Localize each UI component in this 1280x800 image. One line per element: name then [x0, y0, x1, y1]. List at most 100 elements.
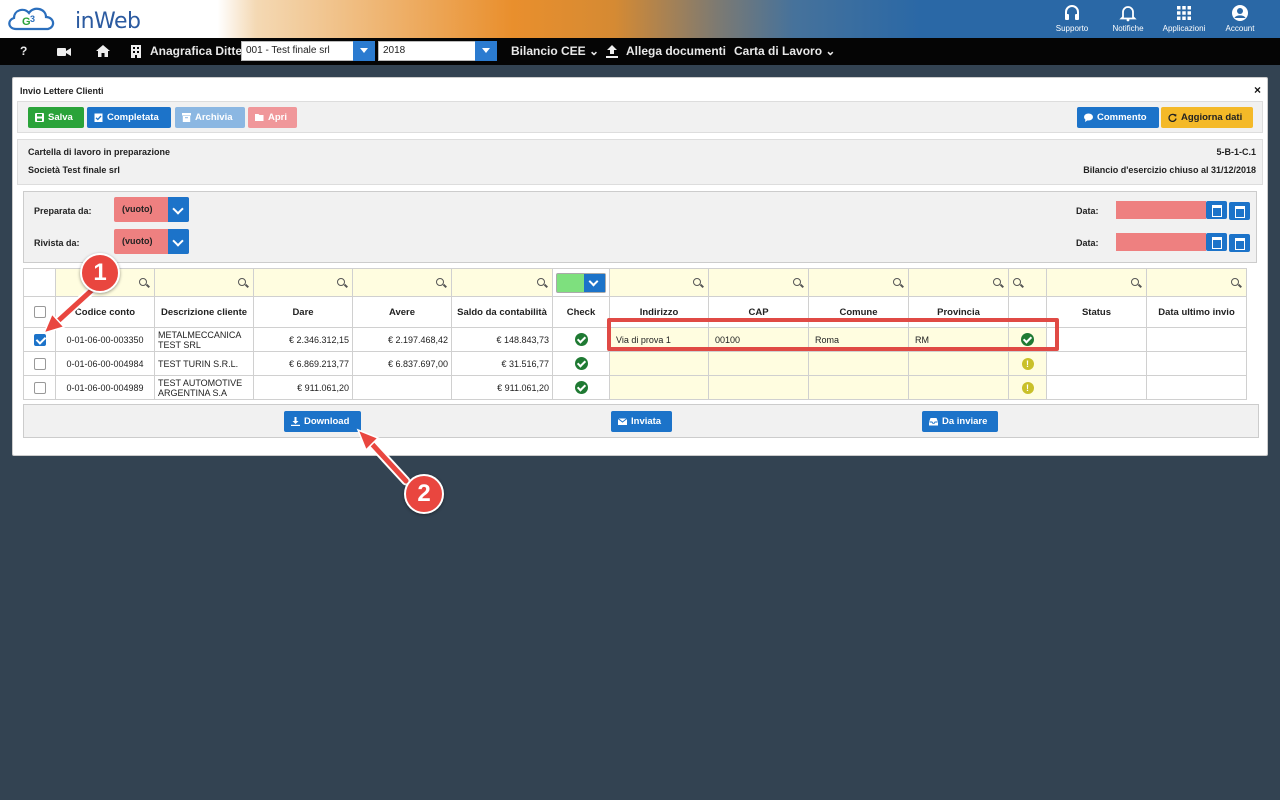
support-button[interactable]: Supporto [1044, 2, 1100, 33]
help-button[interactable]: ? [20, 38, 27, 65]
anagrafica-ditte-link[interactable]: Anagrafica Ditte [150, 38, 242, 65]
chevron-down-icon[interactable] [475, 41, 497, 61]
bilancio-cee-menu[interactable]: Bilancio CEE ⌄ [511, 38, 599, 65]
save-button[interactable]: Salva [28, 107, 84, 128]
year-select[interactable]: 2018 [378, 41, 497, 61]
refresh-icon [1168, 113, 1177, 122]
col-saldo[interactable]: Saldo da contabilità [451, 296, 553, 328]
commento-button[interactable]: Commento [1077, 107, 1159, 128]
apps-button[interactable]: Applicazioni [1156, 2, 1212, 33]
check-color-picker[interactable] [556, 272, 606, 293]
filter-comune[interactable] [808, 268, 909, 297]
col-dare[interactable]: Dare [253, 296, 353, 328]
filter-descr[interactable] [154, 268, 254, 297]
home-icon[interactable] [96, 45, 110, 57]
filter-check[interactable] [552, 268, 610, 297]
carta-di-lavoro-menu[interactable]: Carta di Lavoro ⌄ [734, 38, 835, 65]
col-data-invio[interactable]: Data ultimo invio [1146, 296, 1247, 328]
search-icon[interactable] [793, 278, 801, 286]
search-icon[interactable] [238, 278, 246, 286]
calendar-icon[interactable] [1206, 201, 1227, 219]
cell-comune[interactable] [808, 351, 909, 376]
da-inviare-button[interactable]: Da inviare [922, 411, 998, 432]
chevron-down-icon[interactable] [168, 197, 189, 222]
cell-check [552, 327, 610, 352]
company-select[interactable]: 001 - Test finale srl [241, 41, 375, 61]
row-checkbox[interactable] [33, 357, 46, 370]
search-icon[interactable] [993, 278, 1001, 286]
archivia-button[interactable]: Archivia [175, 107, 245, 128]
search-icon[interactable] [436, 278, 444, 286]
cell-indirizzo[interactable] [609, 375, 709, 400]
completata-label: Completata [107, 112, 159, 123]
allega-documenti-link[interactable]: Allega documenti [626, 38, 726, 65]
aggiorna-dati-button[interactable]: Aggiorna dati [1161, 107, 1253, 128]
close-icon[interactable]: × [1254, 83, 1261, 97]
chevron-down-icon[interactable] [168, 229, 189, 254]
cell-descr: TEST AUTOMOTIVE ARGENTINA S.A [154, 375, 254, 400]
cell-status [1046, 351, 1147, 376]
preparata-select[interactable]: (vuoto) [114, 197, 189, 222]
col-status[interactable]: Status [1046, 296, 1147, 328]
filter-provincia[interactable] [908, 268, 1009, 297]
select-all-checkbox[interactable] [33, 306, 46, 318]
row-checkbox[interactable] [33, 381, 46, 394]
cell-indirizzo[interactable] [609, 351, 709, 376]
carta-di-lavoro-label: Carta di Lavoro [734, 44, 823, 58]
archivia-label: Archivia [195, 112, 233, 123]
cell-cap[interactable] [708, 351, 809, 376]
inbox-icon [929, 418, 938, 426]
filter-dare[interactable] [253, 268, 353, 297]
filter-avere[interactable] [352, 268, 452, 297]
cell-comune[interactable] [808, 375, 909, 400]
table-row[interactable]: 0-01-06-00-004984 TEST TURIN S.R.L. € 6.… [23, 351, 1247, 376]
search-icon[interactable] [893, 278, 901, 286]
row-checkbox[interactable] [33, 333, 46, 346]
notifications-button[interactable]: Notifiche [1100, 2, 1156, 33]
cell-cap[interactable] [708, 375, 809, 400]
col-codice[interactable]: Codice conto [55, 296, 155, 328]
search-icon[interactable] [537, 278, 545, 286]
warning-icon: ! [1021, 381, 1034, 394]
cell-codice: 0-01-06-00-003350 [55, 327, 155, 352]
info-panel: Cartella di lavoro in preparazione Socie… [17, 139, 1263, 185]
search-icon[interactable] [693, 278, 701, 286]
cell-saldo: € 911.061,20 [451, 375, 553, 400]
filter-data-invio[interactable] [1146, 268, 1247, 297]
support-label: Supporto [1055, 24, 1089, 33]
app-logo[interactable]: G 3 inWeb [4, 3, 141, 35]
search-icon[interactable] [1131, 278, 1139, 286]
account-button[interactable]: Account [1212, 2, 1268, 33]
apps-label: Applicazioni [1162, 24, 1206, 33]
filter-saldo[interactable] [451, 268, 553, 297]
col-descrizione[interactable]: Descrizione cliente [154, 296, 254, 328]
action-footer: Download Inviata Da inviare [23, 404, 1259, 438]
filter-indirizzo[interactable] [609, 268, 709, 297]
cell-provincia[interactable] [908, 375, 1009, 400]
data-rivista-field[interactable] [1116, 233, 1206, 251]
apri-button[interactable]: Apri [248, 107, 297, 128]
filter-cap[interactable] [708, 268, 809, 297]
data-preparata-field[interactable] [1116, 201, 1206, 219]
rivista-select[interactable]: (vuoto) [114, 229, 189, 254]
calendar-today-icon[interactable] [1229, 234, 1250, 252]
download-icon [291, 417, 300, 426]
invio-lettere-modal: Invio Lettere Clienti × Salva Completata… [12, 77, 1268, 456]
col-check[interactable]: Check [552, 296, 610, 328]
col-avere[interactable]: Avere [352, 296, 452, 328]
chevron-down-icon[interactable] [353, 41, 375, 61]
cell-provincia[interactable] [908, 351, 1009, 376]
search-icon[interactable] [139, 278, 147, 286]
completata-button[interactable]: Completata [87, 107, 171, 128]
download-button[interactable]: Download [284, 411, 361, 432]
search-icon[interactable] [1231, 278, 1239, 286]
table-row[interactable]: 0-01-06-00-004989 TEST AUTOMOTIVE ARGENT… [23, 375, 1247, 400]
search-icon[interactable] [1013, 278, 1021, 286]
cell-dare: € 6.869.213,77 [253, 351, 353, 376]
video-camera-icon[interactable] [57, 47, 71, 57]
search-icon[interactable] [337, 278, 345, 286]
calendar-icon[interactable] [1206, 233, 1227, 251]
calendar-today-icon[interactable] [1229, 202, 1250, 220]
filter-status[interactable] [1046, 268, 1147, 297]
inviata-button[interactable]: Inviata [611, 411, 672, 432]
